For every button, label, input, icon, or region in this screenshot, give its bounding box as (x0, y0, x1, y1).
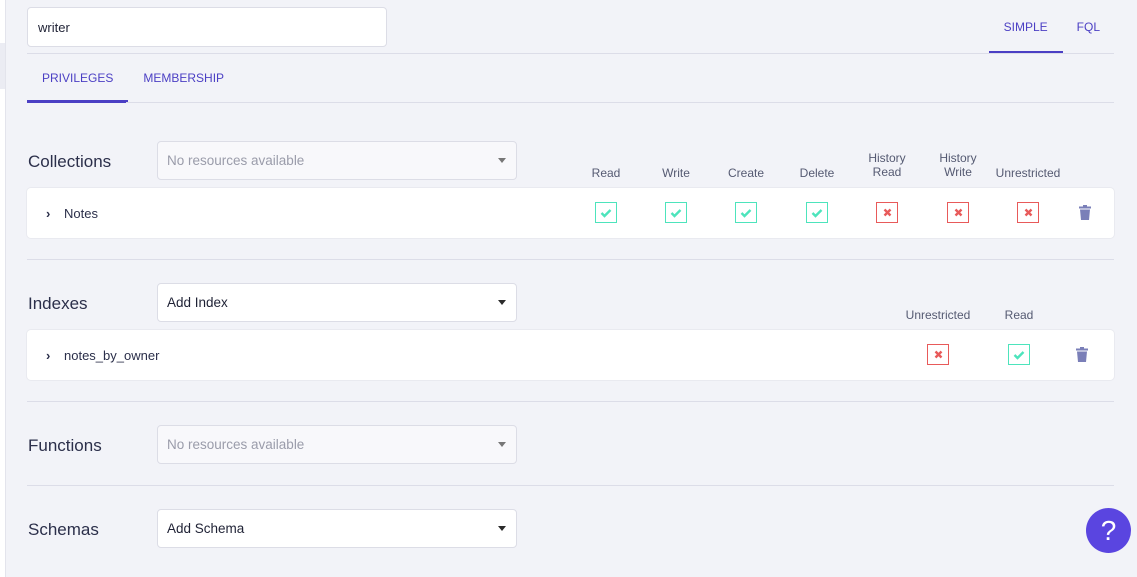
checkbox-unchecked[interactable] (876, 202, 898, 223)
divider (27, 259, 1114, 260)
sub-tabs: PRIVILEGES MEMBERSHIP (27, 54, 239, 103)
check-icon (811, 208, 823, 218)
check-icon (1013, 350, 1025, 360)
chevron-right-icon[interactable]: › (46, 348, 50, 363)
column-header: Delete (799, 166, 835, 180)
checkbox-unchecked[interactable] (927, 344, 949, 365)
tab-privileges[interactable]: PRIVILEGES (27, 54, 129, 103)
functions-label: Functions (28, 436, 102, 455)
collection-row[interactable]: › Notes (27, 188, 1114, 238)
tab-fql[interactable]: FQL (1063, 0, 1114, 53)
check-icon (600, 208, 612, 218)
sidebar-strip (0, 0, 6, 577)
tab-simple[interactable]: SIMPLE (988, 0, 1063, 54)
chevron-down-icon (498, 158, 506, 163)
schemas-label: Schemas (28, 520, 99, 539)
indexes-label: Indexes (28, 294, 88, 313)
schemas-select-value: Add Schema (167, 521, 245, 536)
chevron-down-icon (498, 526, 506, 531)
x-icon (934, 350, 943, 359)
indexes-select-value: Add Index (167, 295, 228, 310)
x-icon (1024, 208, 1033, 217)
x-icon (954, 208, 963, 217)
collection-name: Notes (64, 206, 98, 221)
column-header: Read (1004, 308, 1034, 322)
checkbox-checked[interactable] (735, 202, 757, 223)
column-header: History Read (868, 151, 906, 179)
tab-membership[interactable]: MEMBERSHIP (128, 54, 239, 103)
chevron-down-icon (498, 300, 506, 305)
column-header: Unrestricted (995, 166, 1061, 180)
divider (27, 485, 1114, 486)
checkbox-checked[interactable] (665, 202, 687, 223)
schemas-select[interactable]: Add Schema (157, 509, 517, 548)
collections-select-value: No resources available (167, 153, 305, 168)
checkbox-checked[interactable] (595, 202, 617, 223)
checkbox-checked[interactable] (806, 202, 828, 223)
trash-icon[interactable] (1076, 347, 1088, 362)
role-name-input[interactable] (27, 7, 387, 47)
sidebar-active-item[interactable] (0, 43, 5, 89)
collections-label: Collections (28, 152, 112, 171)
help-icon: ? (1100, 515, 1117, 546)
check-icon (740, 208, 752, 218)
checkbox-unchecked[interactable] (947, 202, 969, 223)
divider (126, 102, 1114, 103)
index-row[interactable]: › notes_by_owner (27, 330, 1114, 380)
column-header: Create (727, 166, 765, 180)
trash-icon[interactable] (1079, 205, 1091, 220)
divider (27, 401, 1114, 402)
column-header: Write (662, 166, 690, 180)
checkbox-unchecked[interactable] (1017, 202, 1039, 223)
functions-select[interactable]: No resources available (157, 425, 517, 464)
indexes-select[interactable]: Add Index (157, 283, 517, 322)
mode-tabs: SIMPLE FQL (988, 0, 1114, 54)
help-button[interactable]: ? (1086, 508, 1131, 553)
checkbox-checked[interactable] (1008, 344, 1030, 365)
column-header: Read (591, 166, 621, 180)
x-icon (883, 208, 892, 217)
column-header: History Write (939, 151, 977, 179)
chevron-down-icon (498, 442, 506, 447)
functions-select-value: No resources available (167, 437, 305, 452)
collections-select[interactable]: No resources available (157, 141, 517, 180)
check-icon (670, 208, 682, 218)
index-name: notes_by_owner (64, 348, 160, 363)
chevron-right-icon[interactable]: › (46, 206, 50, 221)
column-header: Unrestricted (905, 308, 971, 322)
